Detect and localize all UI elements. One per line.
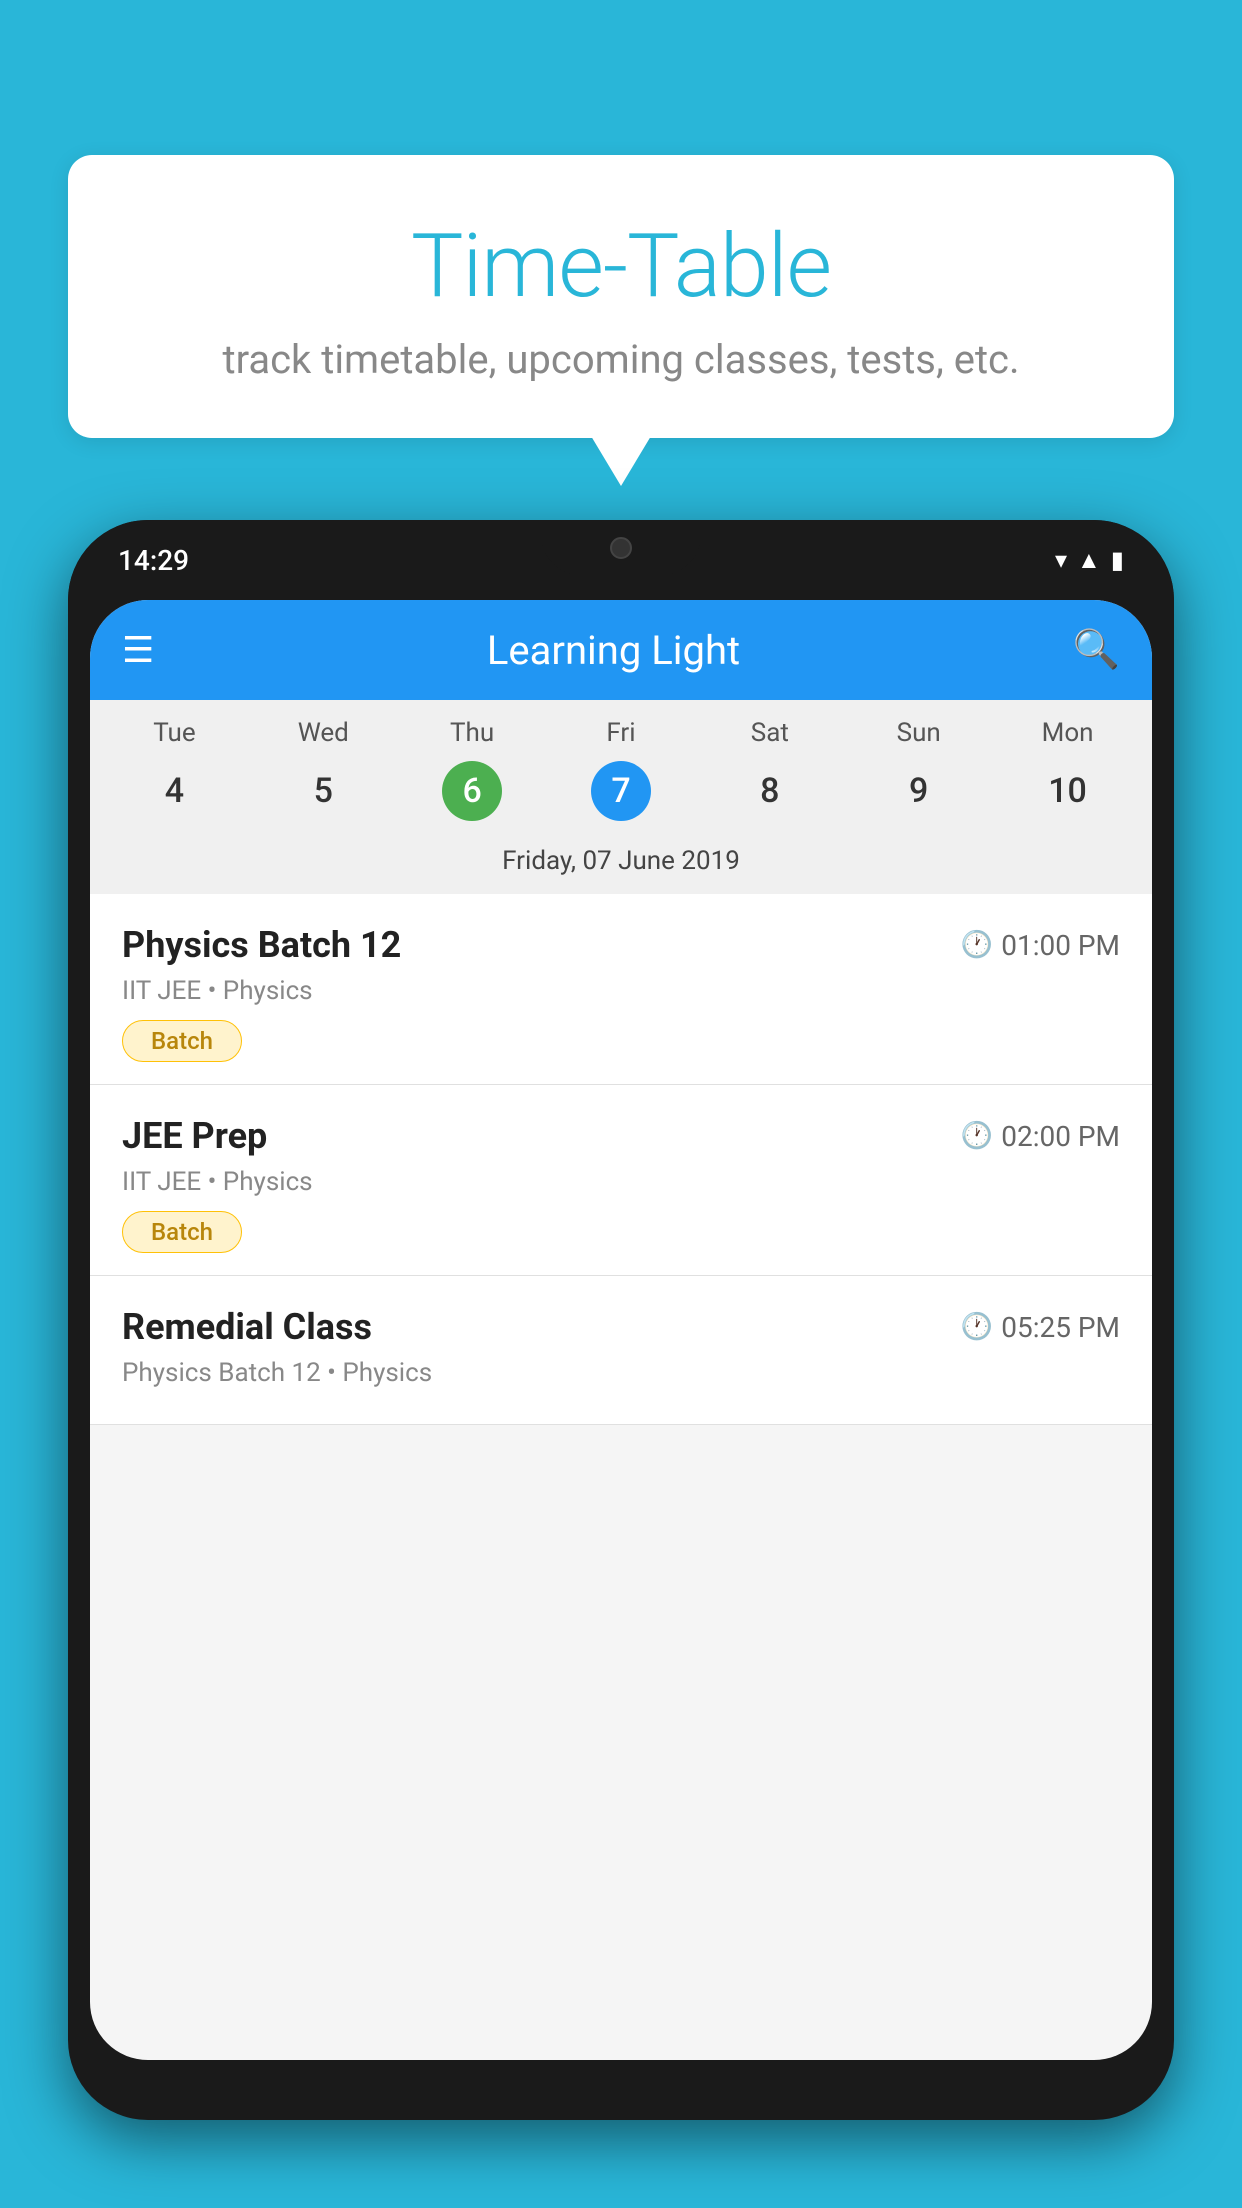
class-subject: IIT JEE • Physics xyxy=(122,1167,1120,1197)
dates-row: 4 5 6 7 8 9 10 xyxy=(90,756,1152,836)
class-name: Physics Batch 12 xyxy=(122,924,401,966)
class-header: Remedial Class 🕐 05:25 PM xyxy=(122,1306,1120,1348)
date-number: 5 xyxy=(293,761,353,821)
date-cell[interactable]: 10 xyxy=(993,761,1142,821)
menu-icon[interactable]: ☰ xyxy=(122,629,154,671)
signal-icon: ▲ xyxy=(1077,546,1101,575)
class-time: 🕐 05:25 PM xyxy=(961,1311,1120,1344)
camera xyxy=(610,537,632,559)
weekday-label: Mon xyxy=(993,718,1142,748)
date-cell[interactable]: 9 xyxy=(844,761,993,821)
clock-icon: 🕐 xyxy=(961,930,993,960)
weekday-label: Wed xyxy=(249,718,398,748)
date-cell[interactable]: 4 xyxy=(100,761,249,821)
date-number: 6 xyxy=(442,761,502,821)
date-number: 9 xyxy=(889,761,949,821)
date-cell[interactable]: 7 xyxy=(547,761,696,821)
clock-icon: 🕐 xyxy=(961,1312,993,1342)
weekday-label: Tue xyxy=(100,718,249,748)
weekdays-row: TueWedThuFriSatSunMon xyxy=(90,700,1152,756)
status-time: 14:29 xyxy=(118,544,189,577)
class-time: 🕐 01:00 PM xyxy=(961,929,1120,962)
phone-body: 14:29 ▾ ▲ ▮ ☰ Learning Light 🔍 TueWedThu… xyxy=(68,520,1174,2120)
status-bar: 14:29 ▾ ▲ ▮ xyxy=(68,520,1174,600)
date-cell[interactable]: 6 xyxy=(398,761,547,821)
class-header: Physics Batch 12 🕐 01:00 PM xyxy=(122,924,1120,966)
battery-icon: ▮ xyxy=(1111,546,1124,574)
bubble-title: Time-Table xyxy=(118,215,1124,318)
weekday-label: Sun xyxy=(844,718,993,748)
bubble-subtitle: track timetable, upcoming classes, tests… xyxy=(118,336,1124,383)
date-number: 4 xyxy=(144,761,204,821)
search-icon[interactable]: 🔍 xyxy=(1073,628,1120,672)
weekday-label: Fri xyxy=(547,718,696,748)
batch-tag: Batch xyxy=(122,1211,242,1253)
phone-screen: ☰ Learning Light 🔍 TueWedThuFriSatSunMon… xyxy=(90,600,1152,2060)
class-item[interactable]: JEE Prep 🕐 02:00 PM IIT JEE • Physics Ba… xyxy=(90,1085,1152,1276)
class-item[interactable]: Physics Batch 12 🕐 01:00 PM IIT JEE • Ph… xyxy=(90,894,1152,1085)
phone-wrapper: 14:29 ▾ ▲ ▮ ☰ Learning Light 🔍 TueWedThu… xyxy=(68,520,1174,2208)
class-subject: Physics Batch 12 • Physics xyxy=(122,1358,1120,1388)
class-name: JEE Prep xyxy=(122,1115,267,1157)
weekday-label: Sat xyxy=(695,718,844,748)
selected-date-label: Friday, 07 June 2019 xyxy=(90,836,1152,894)
speech-bubble: Time-Table track timetable, upcoming cla… xyxy=(68,155,1174,438)
date-number: 8 xyxy=(740,761,800,821)
speech-bubble-container: Time-Table track timetable, upcoming cla… xyxy=(68,155,1174,438)
classes-list: Physics Batch 12 🕐 01:00 PM IIT JEE • Ph… xyxy=(90,894,1152,1425)
batch-tag: Batch xyxy=(122,1020,242,1062)
date-number: 7 xyxy=(591,761,651,821)
phone-notch xyxy=(541,520,701,575)
date-cell[interactable]: 5 xyxy=(249,761,398,821)
status-icons: ▾ ▲ ▮ xyxy=(1055,546,1124,575)
class-name: Remedial Class xyxy=(122,1306,372,1348)
wifi-icon: ▾ xyxy=(1055,546,1067,574)
clock-icon: 🕐 xyxy=(961,1121,993,1151)
calendar-section: TueWedThuFriSatSunMon 4 5 6 7 8 9 10 Friday, 0… xyxy=(90,700,1152,894)
class-item[interactable]: Remedial Class 🕐 05:25 PM Physics Batch … xyxy=(90,1276,1152,1425)
class-time: 🕐 02:00 PM xyxy=(961,1120,1120,1153)
app-title: Learning Light xyxy=(184,627,1042,674)
date-number: 10 xyxy=(1038,761,1098,821)
class-header: JEE Prep 🕐 02:00 PM xyxy=(122,1115,1120,1157)
app-bar: ☰ Learning Light 🔍 xyxy=(90,600,1152,700)
weekday-label: Thu xyxy=(398,718,547,748)
date-cell[interactable]: 8 xyxy=(695,761,844,821)
class-subject: IIT JEE • Physics xyxy=(122,976,1120,1006)
